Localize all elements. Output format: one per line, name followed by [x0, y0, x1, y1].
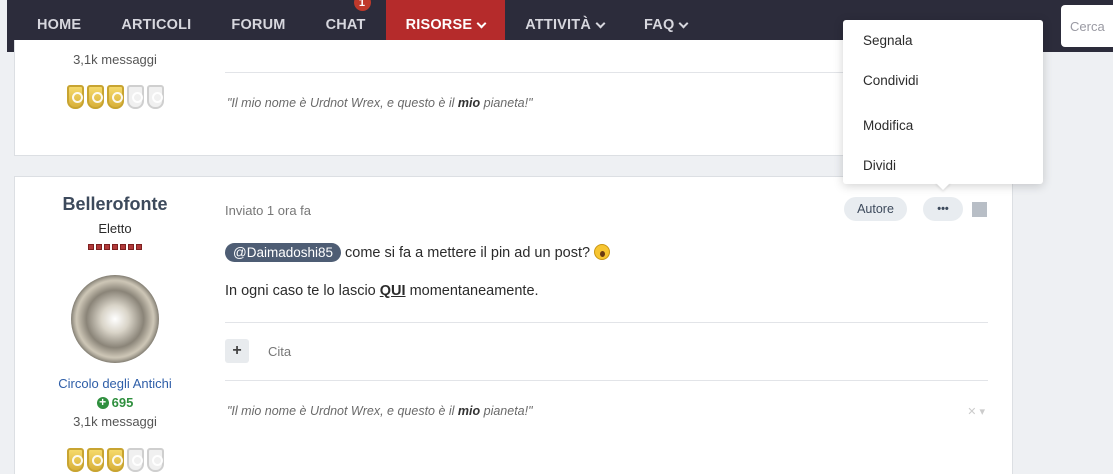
achievement-trophies [15, 448, 215, 472]
trophy-icon [86, 85, 104, 109]
nav-attivita-label: ATTIVITÀ [525, 17, 592, 33]
author-badge: Autore [844, 197, 907, 221]
surprised-emoji-icon [594, 244, 611, 260]
multiquote-plus-button[interactable]: + [225, 339, 249, 363]
trophy-icon [66, 85, 84, 109]
menu-item-segnala[interactable]: Segnala [863, 33, 913, 48]
signature-text: "Il mio nome è Urdnot Wrex, e questo è i… [227, 404, 458, 418]
post-text: come si fa a mettere il pin ad un post? [341, 245, 595, 261]
message-count: 3,1k messaggi [73, 52, 157, 67]
achievement-trophies [15, 85, 215, 109]
quote-button[interactable]: Cita [268, 344, 291, 359]
trophy-icon [106, 85, 124, 109]
divider [225, 380, 988, 381]
nav-chat-label: CHAT [325, 17, 366, 33]
trophy-icon [126, 85, 144, 109]
signature-text-end: pianeta!" [480, 404, 533, 418]
author-title: Eletto [98, 221, 132, 236]
menu-item-condividi[interactable]: Condividi [863, 73, 919, 88]
avatar[interactable] [71, 275, 159, 363]
reputation: + 695 [15, 395, 215, 410]
chat-notification-badge: 1 [353, 0, 371, 11]
post-signature: "Il mio nome è Urdnot Wrex, e questo è i… [227, 96, 533, 110]
menu-item-dividi[interactable]: Dividi [863, 158, 896, 173]
trophy-icon [146, 448, 164, 472]
signature-text-end: pianeta!" [480, 96, 533, 110]
post-options-dropdown: Segnala Condividi Modifica Dividi [843, 20, 1043, 184]
trophy-icon [106, 448, 124, 472]
post-link[interactable]: QUI [380, 283, 406, 299]
post-body-line-2: In ogni caso te lo lascio QUI momentanea… [225, 283, 539, 299]
divider [225, 322, 988, 323]
select-post-checkbox[interactable] [972, 202, 987, 217]
rank-pip [88, 244, 94, 250]
chevron-down-icon [595, 18, 606, 28]
search-placeholder: Cerca [1070, 19, 1105, 34]
rank-pips [15, 244, 215, 250]
post-text: In ogni caso te lo lascio [225, 283, 380, 299]
rank-pip [96, 244, 102, 250]
signature-controls[interactable]: ✕ ▾ [967, 405, 985, 418]
rank-pip [128, 244, 134, 250]
nav-risorse-label: RISORSE [405, 17, 473, 33]
post-signature: "Il mio nome è Urdnot Wrex, e questo è i… [227, 404, 533, 418]
chevron-down-icon [476, 18, 487, 28]
trophy-icon [66, 448, 84, 472]
message-count: 3,1k messaggi [73, 414, 157, 429]
nav-faq-label: FAQ [644, 17, 675, 33]
signature-text: "Il mio nome è Urdnot Wrex, e questo è i… [227, 96, 458, 110]
nav-home-label: HOME [37, 17, 82, 33]
post-author-panel: 3,1k messaggi [15, 40, 215, 109]
forum-post: Bellerofonte Eletto Circolo degli Antich… [14, 176, 1013, 474]
rank-pip [120, 244, 126, 250]
rank-pip [112, 244, 118, 250]
reputation-value: 695 [111, 395, 134, 410]
nav-forum-label: FORUM [231, 17, 286, 33]
search-input[interactable]: Cerca [1061, 5, 1113, 47]
trophy-icon [86, 448, 104, 472]
user-group[interactable]: Circolo degli Antichi [15, 376, 215, 391]
plus-circle-icon: + [96, 396, 109, 409]
chevron-down-icon [678, 18, 689, 28]
user-mention[interactable]: @Daimadoshi85 [225, 243, 342, 262]
trophy-icon [146, 85, 164, 109]
nav-articoli-label: ARTICOLI [121, 17, 192, 33]
rank-pip [104, 244, 110, 250]
menu-item-modifica[interactable]: Modifica [863, 118, 913, 133]
post-timestamp[interactable]: Inviato 1 ora fa [225, 203, 311, 218]
trophy-icon [126, 448, 144, 472]
signature-bold: mio [457, 96, 481, 110]
post-body-line-1: @Daimadoshi85 come si fa a mettere il pi… [225, 243, 611, 262]
post-author-panel: Bellerofonte Eletto Circolo degli Antich… [15, 177, 215, 472]
rank-pip [136, 244, 142, 250]
signature-bold: mio [457, 404, 481, 418]
post-text: momentaneamente. [405, 283, 539, 299]
dropdown-pointer [935, 182, 951, 190]
more-options-button[interactable]: ••• [923, 197, 963, 221]
author-name[interactable]: Bellerofonte [15, 194, 215, 215]
